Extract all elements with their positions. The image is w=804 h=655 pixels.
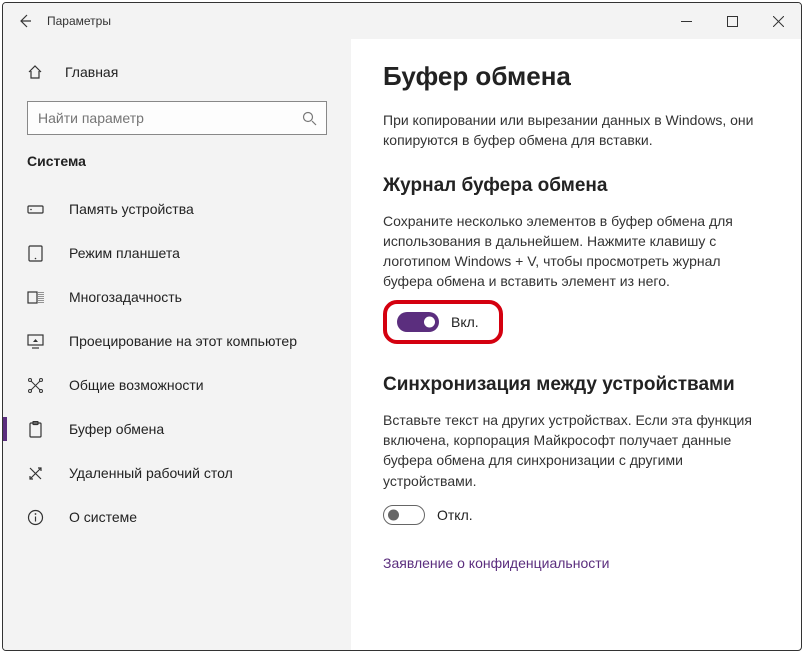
sync-toggle-row: Откл. xyxy=(383,505,769,525)
sync-title: Синхронизация между устройствами xyxy=(383,374,769,396)
sidebar-item-label: Память устройства xyxy=(69,201,194,217)
sidebar: Главная Система Память устройства Режим … xyxy=(3,39,351,650)
sidebar-item-projecting[interactable]: Проецирование на этот компьютер xyxy=(3,319,351,363)
sidebar-item-label: Режим планшета xyxy=(69,245,180,261)
info-icon xyxy=(27,509,51,526)
home-label: Главная xyxy=(65,64,118,80)
back-button[interactable] xyxy=(3,3,47,39)
nav-section-header: Система xyxy=(3,153,351,187)
close-icon xyxy=(773,16,784,27)
minimize-button[interactable] xyxy=(663,3,709,39)
home-icon xyxy=(27,64,51,80)
settings-window: Параметры Главная xyxy=(2,2,802,651)
clipboard-history-title: Журнал буфера обмена xyxy=(383,175,769,197)
sidebar-item-label: Общие возможности xyxy=(69,377,204,393)
sidebar-item-shared[interactable]: Общие возможности xyxy=(3,363,351,407)
sidebar-item-storage[interactable]: Память устройства xyxy=(3,187,351,231)
search-input[interactable] xyxy=(28,110,292,126)
nav-list: Память устройства Режим планшета Многоза… xyxy=(3,187,351,650)
sidebar-item-label: Удаленный рабочий стол xyxy=(69,465,233,481)
window-body: Главная Система Память устройства Режим … xyxy=(3,39,801,650)
multitasking-icon xyxy=(27,289,51,306)
shared-icon xyxy=(27,377,51,394)
intro-text: При копировании или вырезании данных в W… xyxy=(383,110,769,151)
window-controls xyxy=(663,3,801,39)
arrow-left-icon xyxy=(17,13,33,29)
clipboard-history-desc: Сохраните несколько элементов в буфер об… xyxy=(383,211,769,292)
minimize-icon xyxy=(681,16,692,27)
storage-icon xyxy=(27,201,51,218)
clipboard-history-toggle[interactable] xyxy=(397,312,439,332)
toggle-label: Вкл. xyxy=(451,314,479,330)
search-icon xyxy=(292,111,326,126)
toggle-knob xyxy=(388,509,399,520)
sync-desc: Вставьте текст на других устройствах. Ес… xyxy=(383,410,769,491)
highlight-annotation: Вкл. xyxy=(383,300,503,344)
clipboard-icon xyxy=(27,421,51,438)
search-box[interactable] xyxy=(27,101,327,135)
content-area: Буфер обмена При копировании или вырезан… xyxy=(351,39,801,650)
sidebar-item-clipboard[interactable]: Буфер обмена xyxy=(3,407,351,451)
projecting-icon xyxy=(27,333,51,350)
home-item[interactable]: Главная xyxy=(3,53,351,91)
page-title: Буфер обмена xyxy=(383,61,769,92)
remote-desktop-icon xyxy=(27,465,51,482)
toggle-label: Откл. xyxy=(437,507,473,523)
privacy-link[interactable]: Заявление о конфиденциальности xyxy=(383,555,769,571)
sidebar-item-tablet[interactable]: Режим планшета xyxy=(3,231,351,275)
close-button[interactable] xyxy=(755,3,801,39)
sidebar-item-remote-desktop[interactable]: Удаленный рабочий стол xyxy=(3,451,351,495)
sidebar-item-about[interactable]: О системе xyxy=(3,495,351,539)
sidebar-item-multitasking[interactable]: Многозадачность xyxy=(3,275,351,319)
sidebar-item-label: Проецирование на этот компьютер xyxy=(69,333,297,349)
sidebar-item-label: Многозадачность xyxy=(69,289,182,305)
sidebar-item-label: Буфер обмена xyxy=(69,421,164,437)
maximize-icon xyxy=(727,16,738,27)
maximize-button[interactable] xyxy=(709,3,755,39)
titlebar: Параметры xyxy=(3,3,801,39)
toggle-knob xyxy=(424,316,435,327)
sync-toggle[interactable] xyxy=(383,505,425,525)
window-title: Параметры xyxy=(47,14,663,28)
tablet-icon xyxy=(27,245,51,262)
sidebar-item-label: О системе xyxy=(69,509,137,525)
